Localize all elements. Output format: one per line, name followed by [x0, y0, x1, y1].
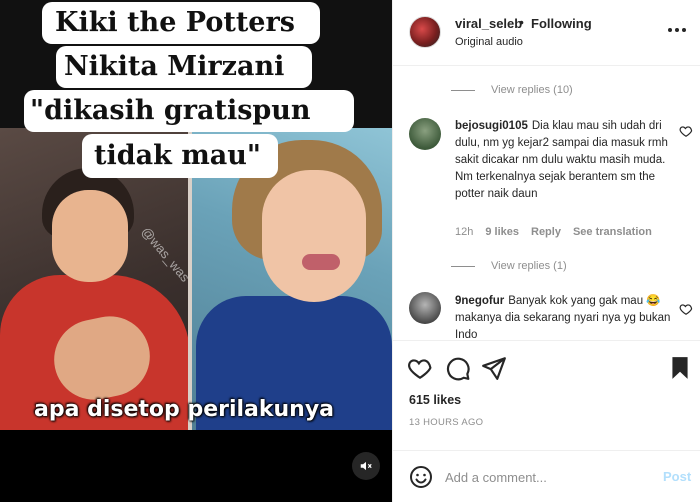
post-media: @was_was Kiki the Potters Nikita Mirzani… — [0, 0, 392, 502]
view-replies-label: View replies (1) — [491, 260, 567, 272]
more-dot-icon — [668, 28, 672, 32]
comment-icon[interactable] — [445, 355, 471, 381]
post-actions: 615 likes 13 HOURS AGO — [393, 340, 700, 450]
post-timestamp[interactable]: 13 HOURS AGO — [409, 417, 483, 428]
share-icon[interactable] — [481, 355, 507, 381]
post-comment-button[interactable]: Post — [663, 469, 691, 484]
comment-avatar[interactable] — [409, 292, 441, 324]
post-side-panel: viral_seleb • Following Original audio V… — [392, 0, 700, 502]
comment-avatar[interactable] — [409, 118, 441, 150]
comment-text: 9negofur Banyak kok yang gak mau 😂 makany… — [455, 293, 675, 340]
author-username[interactable]: viral_seleb — [455, 16, 522, 31]
heart-icon[interactable] — [679, 124, 693, 138]
comment-username[interactable]: bejosugi0105 — [455, 120, 528, 132]
mute-button[interactable] — [352, 452, 380, 480]
person-a-face — [52, 190, 128, 282]
more-dot-icon — [675, 28, 679, 32]
view-replies-label: View replies (10) — [491, 84, 573, 96]
comments-list[interactable]: View replies (10) bejosugi0105 Dia klau m… — [393, 66, 700, 340]
view-replies-button[interactable]: View replies (1) — [451, 256, 567, 276]
comment-input[interactable] — [445, 463, 645, 491]
post-header: viral_seleb • Following Original audio — [393, 0, 700, 66]
person-b-face — [262, 170, 366, 302]
reply-button[interactable]: Reply — [531, 226, 561, 238]
following-button[interactable]: Following — [531, 16, 592, 31]
video-frame[interactable]: @was_was Kiki the Potters Nikita Mirzani… — [0, 0, 392, 430]
more-options-button[interactable] — [663, 20, 691, 40]
person-b-lips — [302, 254, 340, 270]
video-subtitle: apa disetop perilakunya — [34, 397, 335, 422]
heart-icon[interactable] — [407, 355, 433, 381]
bookmark-icon[interactable] — [667, 355, 693, 381]
caption-line-3: "dikasih gratispun — [24, 90, 354, 132]
caption-line-2: Nikita Mirzani — [56, 46, 312, 88]
replies-line — [451, 89, 475, 91]
emoji-icon[interactable] — [409, 465, 433, 489]
comment-meta: 12h 9 likes Reply See translation — [455, 226, 652, 238]
comment-time: 12h — [455, 226, 474, 238]
more-dot-icon — [682, 28, 686, 32]
comment-username[interactable]: 9negofur — [455, 295, 504, 307]
comment-content: Dia klau mau sih udah dri dulu, nm yg ke… — [455, 120, 668, 200]
author-avatar[interactable] — [409, 16, 441, 48]
caption-line-1: Kiki the Potters — [42, 2, 320, 44]
speaker-muted-icon — [360, 461, 372, 471]
header-separator: • — [519, 14, 524, 30]
heart-icon[interactable] — [679, 302, 693, 316]
likes-count[interactable]: 615 likes — [409, 393, 461, 407]
add-comment-bar: Post — [393, 450, 700, 502]
caption-line-4: tidak mau" — [82, 134, 278, 178]
replies-line — [451, 265, 475, 267]
view-replies-button[interactable]: View replies (10) — [451, 80, 573, 100]
comment-text: bejosugi0105 Dia klau mau sih udah dri du… — [455, 118, 675, 203]
see-translation-button[interactable]: See translation — [573, 226, 652, 238]
audio-label[interactable]: Original audio — [455, 36, 523, 48]
comment-likes[interactable]: 9 likes — [485, 226, 519, 238]
